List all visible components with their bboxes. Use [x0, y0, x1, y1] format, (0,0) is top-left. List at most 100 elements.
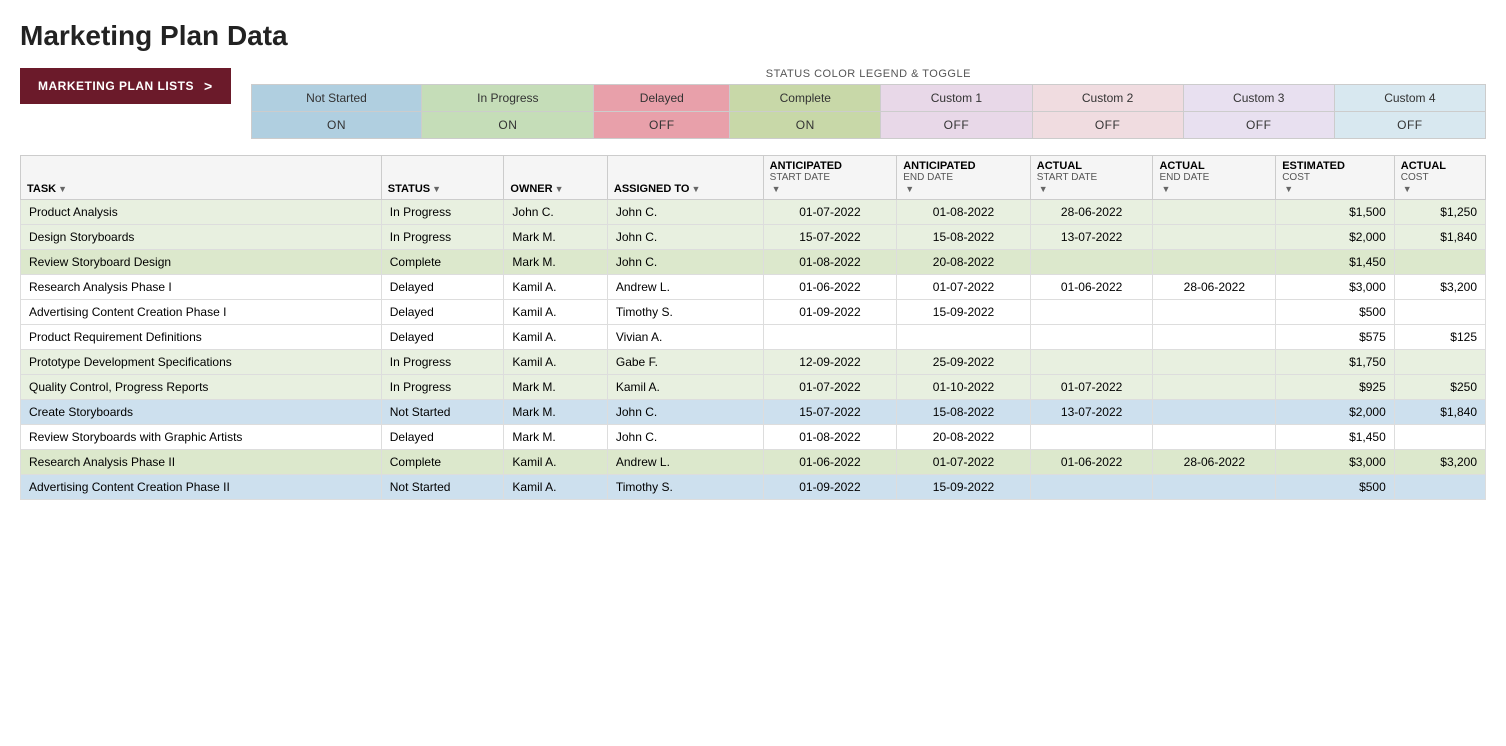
- cell-assigned_to: Andrew L.: [607, 450, 763, 475]
- filter-icon[interactable]: ▼: [691, 184, 700, 194]
- cell-ant_start: 01-06-2022: [763, 450, 897, 475]
- cell-act_end: [1153, 200, 1276, 225]
- filter-icon[interactable]: ▼: [1161, 184, 1170, 194]
- cell-owner: Kamil A.: [504, 300, 607, 325]
- cell-act_start: 13-07-2022: [1030, 400, 1153, 425]
- legend-toggle[interactable]: OFF: [1334, 112, 1485, 139]
- cell-ant_start: 01-06-2022: [763, 275, 897, 300]
- legend-toggle[interactable]: ON: [422, 112, 594, 139]
- table-row: Quality Control, Progress ReportsIn Prog…: [21, 375, 1486, 400]
- legend-status-name[interactable]: Custom 3: [1183, 85, 1334, 112]
- legend-status-name[interactable]: Not Started: [251, 85, 422, 112]
- cell-act_end: [1153, 250, 1276, 275]
- cell-assigned_to: John C.: [607, 250, 763, 275]
- filter-icon[interactable]: ▼: [58, 184, 67, 194]
- cell-ant_end: 25-09-2022: [897, 350, 1031, 375]
- legend-toggle[interactable]: ON: [251, 112, 422, 139]
- cell-est_cost: $1,500: [1276, 200, 1395, 225]
- col-header-task[interactable]: TASK▼: [21, 156, 382, 200]
- cell-ant_start: 01-08-2022: [763, 250, 897, 275]
- table-row: Advertising Content Creation Phase IDela…: [21, 300, 1486, 325]
- col-header-act_end[interactable]: ACTUALEND DATE▼: [1153, 156, 1276, 200]
- cell-status: In Progress: [381, 200, 504, 225]
- cell-act_cost: $125: [1394, 325, 1485, 350]
- cell-assigned_to: Kamil A.: [607, 375, 763, 400]
- col-header-assigned_to[interactable]: ASSIGNED TO▼: [607, 156, 763, 200]
- cell-status: In Progress: [381, 350, 504, 375]
- cell-status: Delayed: [381, 275, 504, 300]
- cell-act_start: 01-06-2022: [1030, 275, 1153, 300]
- col-header-status[interactable]: STATUS▼: [381, 156, 504, 200]
- legend-toggle[interactable]: OFF: [881, 112, 1032, 139]
- cell-owner: Kamil A.: [504, 275, 607, 300]
- legend-status-name[interactable]: In Progress: [422, 85, 594, 112]
- legend-status-name[interactable]: Delayed: [594, 85, 730, 112]
- cell-act_end: 28-06-2022: [1153, 450, 1276, 475]
- col-header-ant_end[interactable]: ANTICIPATEDEND DATE▼: [897, 156, 1031, 200]
- filter-icon[interactable]: ▼: [1039, 184, 1048, 194]
- cell-est_cost: $2,000: [1276, 400, 1395, 425]
- cell-task: Create Storyboards: [21, 400, 382, 425]
- cell-act_start: [1030, 325, 1153, 350]
- cell-ant_start: 15-07-2022: [763, 225, 897, 250]
- col-header-act_start[interactable]: ACTUALSTART DATE▼: [1030, 156, 1153, 200]
- cell-act_cost: $1,840: [1394, 225, 1485, 250]
- cell-assigned_to: Gabe F.: [607, 350, 763, 375]
- cell-owner: Kamil A.: [504, 325, 607, 350]
- table-row: Review Storyboards with Graphic ArtistsD…: [21, 425, 1486, 450]
- cell-owner: Kamil A.: [504, 350, 607, 375]
- cell-act_end: [1153, 325, 1276, 350]
- table-row: Design StoryboardsIn ProgressMark M.John…: [21, 225, 1486, 250]
- col-header-ant_start[interactable]: ANTICIPATEDSTART DATE▼: [763, 156, 897, 200]
- cell-act_start: 13-07-2022: [1030, 225, 1153, 250]
- legend-status-name[interactable]: Custom 4: [1334, 85, 1485, 112]
- cell-ant_end: 01-07-2022: [897, 275, 1031, 300]
- cell-ant_end: [897, 325, 1031, 350]
- table-row: Research Analysis Phase IDelayedKamil A.…: [21, 275, 1486, 300]
- cell-act_start: 01-07-2022: [1030, 375, 1153, 400]
- cell-act_end: [1153, 475, 1276, 500]
- filter-icon[interactable]: ▼: [772, 184, 781, 194]
- cell-assigned_to: John C.: [607, 425, 763, 450]
- filter-icon[interactable]: ▼: [905, 184, 914, 194]
- col-header-act_cost[interactable]: ACTUALCOST▼: [1394, 156, 1485, 200]
- cell-assigned_to: Andrew L.: [607, 275, 763, 300]
- legend-status-name[interactable]: Custom 1: [881, 85, 1032, 112]
- filter-icon[interactable]: ▼: [1403, 184, 1412, 194]
- filter-icon[interactable]: ▼: [555, 184, 564, 194]
- cell-ant_start: 01-09-2022: [763, 300, 897, 325]
- table-row: Review Storyboard DesignCompleteMark M.J…: [21, 250, 1486, 275]
- legend-toggle[interactable]: OFF: [1183, 112, 1334, 139]
- sidebar-button[interactable]: MARKETING PLAN LISTS >: [20, 68, 231, 104]
- cell-est_cost: $575: [1276, 325, 1395, 350]
- legend-toggle[interactable]: OFF: [594, 112, 730, 139]
- cell-act_start: [1030, 475, 1153, 500]
- cell-task: Product Requirement Definitions: [21, 325, 382, 350]
- cell-status: Delayed: [381, 300, 504, 325]
- cell-assigned_to: Timothy S.: [607, 475, 763, 500]
- cell-ant_end: 01-07-2022: [897, 450, 1031, 475]
- cell-act_start: [1030, 350, 1153, 375]
- legend-toggle[interactable]: ON: [730, 112, 881, 139]
- filter-icon[interactable]: ▼: [1284, 184, 1293, 194]
- cell-act_start: [1030, 300, 1153, 325]
- cell-assigned_to: John C.: [607, 225, 763, 250]
- cell-est_cost: $925: [1276, 375, 1395, 400]
- legend-status-name[interactable]: Custom 2: [1032, 85, 1183, 112]
- cell-task: Advertising Content Creation Phase I: [21, 300, 382, 325]
- cell-ant_start: [763, 325, 897, 350]
- cell-est_cost: $1,450: [1276, 425, 1395, 450]
- cell-task: Review Storyboard Design: [21, 250, 382, 275]
- legend-toggle[interactable]: OFF: [1032, 112, 1183, 139]
- cell-ant_end: 01-08-2022: [897, 200, 1031, 225]
- filter-icon[interactable]: ▼: [432, 184, 441, 194]
- col-header-owner[interactable]: OWNER▼: [504, 156, 607, 200]
- cell-act_cost: $3,200: [1394, 450, 1485, 475]
- cell-ant_end: 15-09-2022: [897, 475, 1031, 500]
- legend-status-name[interactable]: Complete: [730, 85, 881, 112]
- col-header-est_cost[interactable]: ESTIMATEDCOST▼: [1276, 156, 1395, 200]
- cell-owner: John C.: [504, 200, 607, 225]
- cell-assigned_to: Timothy S.: [607, 300, 763, 325]
- cell-status: Complete: [381, 450, 504, 475]
- cell-est_cost: $500: [1276, 300, 1395, 325]
